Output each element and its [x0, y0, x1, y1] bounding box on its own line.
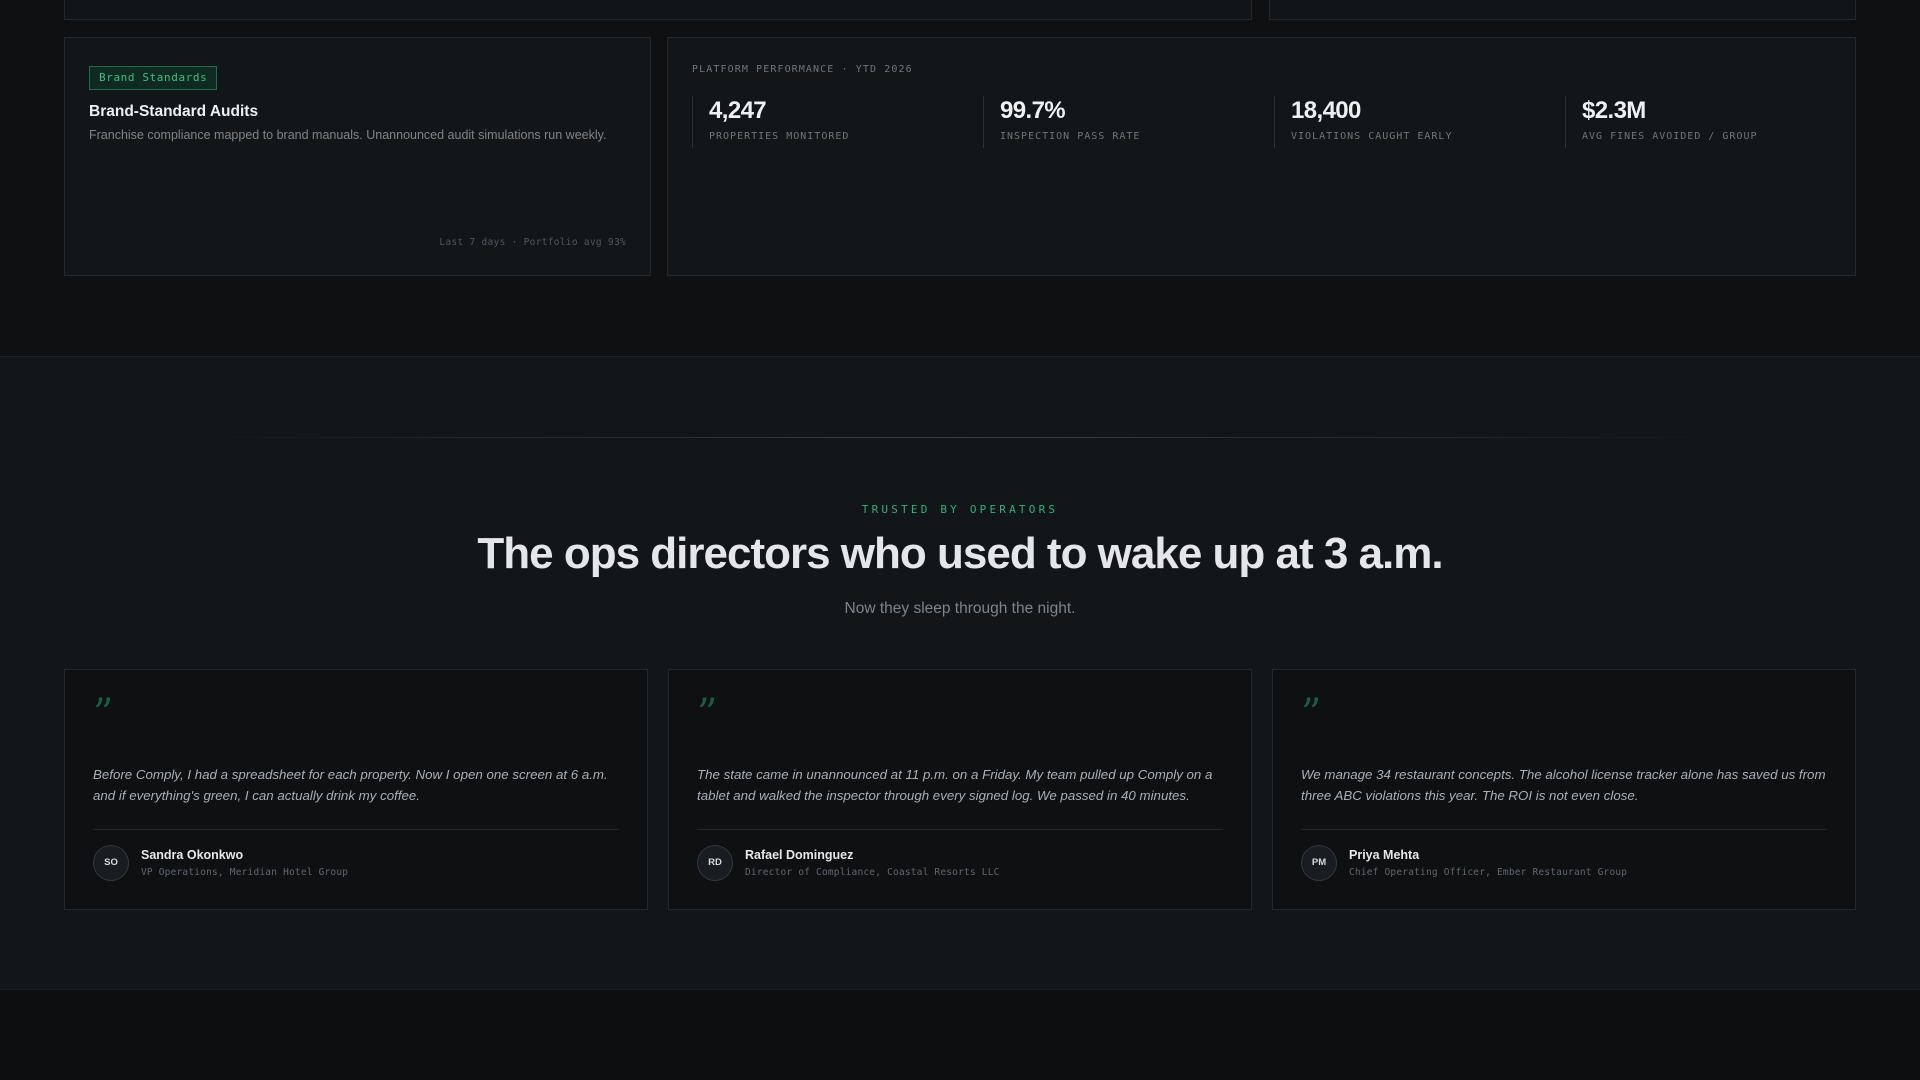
stat-inspection-pass-rate: 99.7% INSPECTION PASS RATE: [983, 96, 1253, 148]
testimonial-card: ” We manage 34 restaurant concepts. The …: [1272, 669, 1856, 910]
divider: [1301, 829, 1827, 830]
avatar: PM: [1301, 845, 1337, 881]
divider: [93, 829, 619, 830]
testimonial-quote: The state came in unannounced at 11 p.m.…: [697, 767, 1213, 803]
stat-label: VIOLATIONS CAUGHT EARLY: [1291, 131, 1453, 142]
card-footer-note: Last 7 days · Portfolio avg 93%: [439, 237, 626, 248]
performance-label: PLATFORM PERFORMANCE · YTD 2026: [692, 64, 913, 75]
brand-audits-card: Brand Standards Brand-Standard Audits Fr…: [64, 37, 651, 276]
section-subhead: Now they sleep through the night.: [844, 600, 1076, 617]
divider: [697, 829, 1223, 830]
avatar: RD: [697, 845, 733, 881]
quote-icon: ”: [1301, 691, 1322, 737]
feature-card-partial: [1269, 0, 1856, 20]
stat-fines-avoided: $2.3M AVG FINES AVOIDED / GROUP: [1565, 96, 1835, 148]
stat-value: 99.7%: [1000, 97, 1066, 124]
stat-label: INSPECTION PASS RATE: [1000, 131, 1141, 142]
section-headline: The ops directors who used to wake up at…: [477, 529, 1443, 578]
author-name: Priya Mehta: [1349, 848, 1420, 862]
author-role: Chief Operating Officer, Ember Restauran…: [1349, 867, 1628, 878]
stat-value: 18,400: [1291, 97, 1361, 124]
stat-value: $2.3M: [1582, 97, 1646, 124]
avatar: SO: [93, 845, 129, 881]
author-role: VP Operations, Meridian Hotel Group: [141, 867, 349, 878]
author-role: Director of Compliance, Coastal Resorts …: [745, 867, 1000, 878]
testimonial-card: ” The state came in unannounced at 11 p.…: [668, 669, 1252, 910]
feature-card-partial: [64, 0, 1252, 20]
testimonial-quote: Before Comply, I had a spreadsheet for e…: [93, 767, 608, 803]
card-description: Franchise compliance mapped to brand man…: [89, 128, 607, 142]
quote-icon: ”: [697, 691, 718, 737]
section-eyebrow: TRUSTED BY OPERATORS: [861, 503, 1059, 516]
author-name: Rafael Dominguez: [745, 848, 854, 862]
stat-label: AVG FINES AVOIDED / GROUP: [1582, 131, 1758, 142]
section-divider: [190, 437, 1730, 438]
card-title: Brand-Standard Audits: [89, 103, 259, 120]
author-name: Sandra Okonkwo: [141, 848, 244, 862]
testimonial-card: ” Before Comply, I had a spreadsheet for…: [64, 669, 648, 910]
testimonial-quote: We manage 34 restaurant concepts. The al…: [1301, 767, 1826, 803]
stat-value: 4,247: [709, 97, 767, 124]
platform-performance-card: PLATFORM PERFORMANCE · YTD 2026 4,247 PR…: [667, 37, 1856, 276]
stat-violations-caught: 18,400 VIOLATIONS CAUGHT EARLY: [1274, 96, 1544, 148]
quote-icon: ”: [93, 691, 114, 737]
stat-label: PROPERTIES MONITORED: [709, 131, 850, 142]
features-band: Brand Standards Brand-Standard Audits Fr…: [0, 0, 1920, 356]
page-bottom-band: [0, 990, 1920, 1080]
brand-standards-tag: Brand Standards: [89, 66, 218, 90]
testimonials-section: TRUSTED BY OPERATORS The ops directors w…: [0, 356, 1920, 990]
stat-properties-monitored: 4,247 PROPERTIES MONITORED: [692, 96, 962, 148]
